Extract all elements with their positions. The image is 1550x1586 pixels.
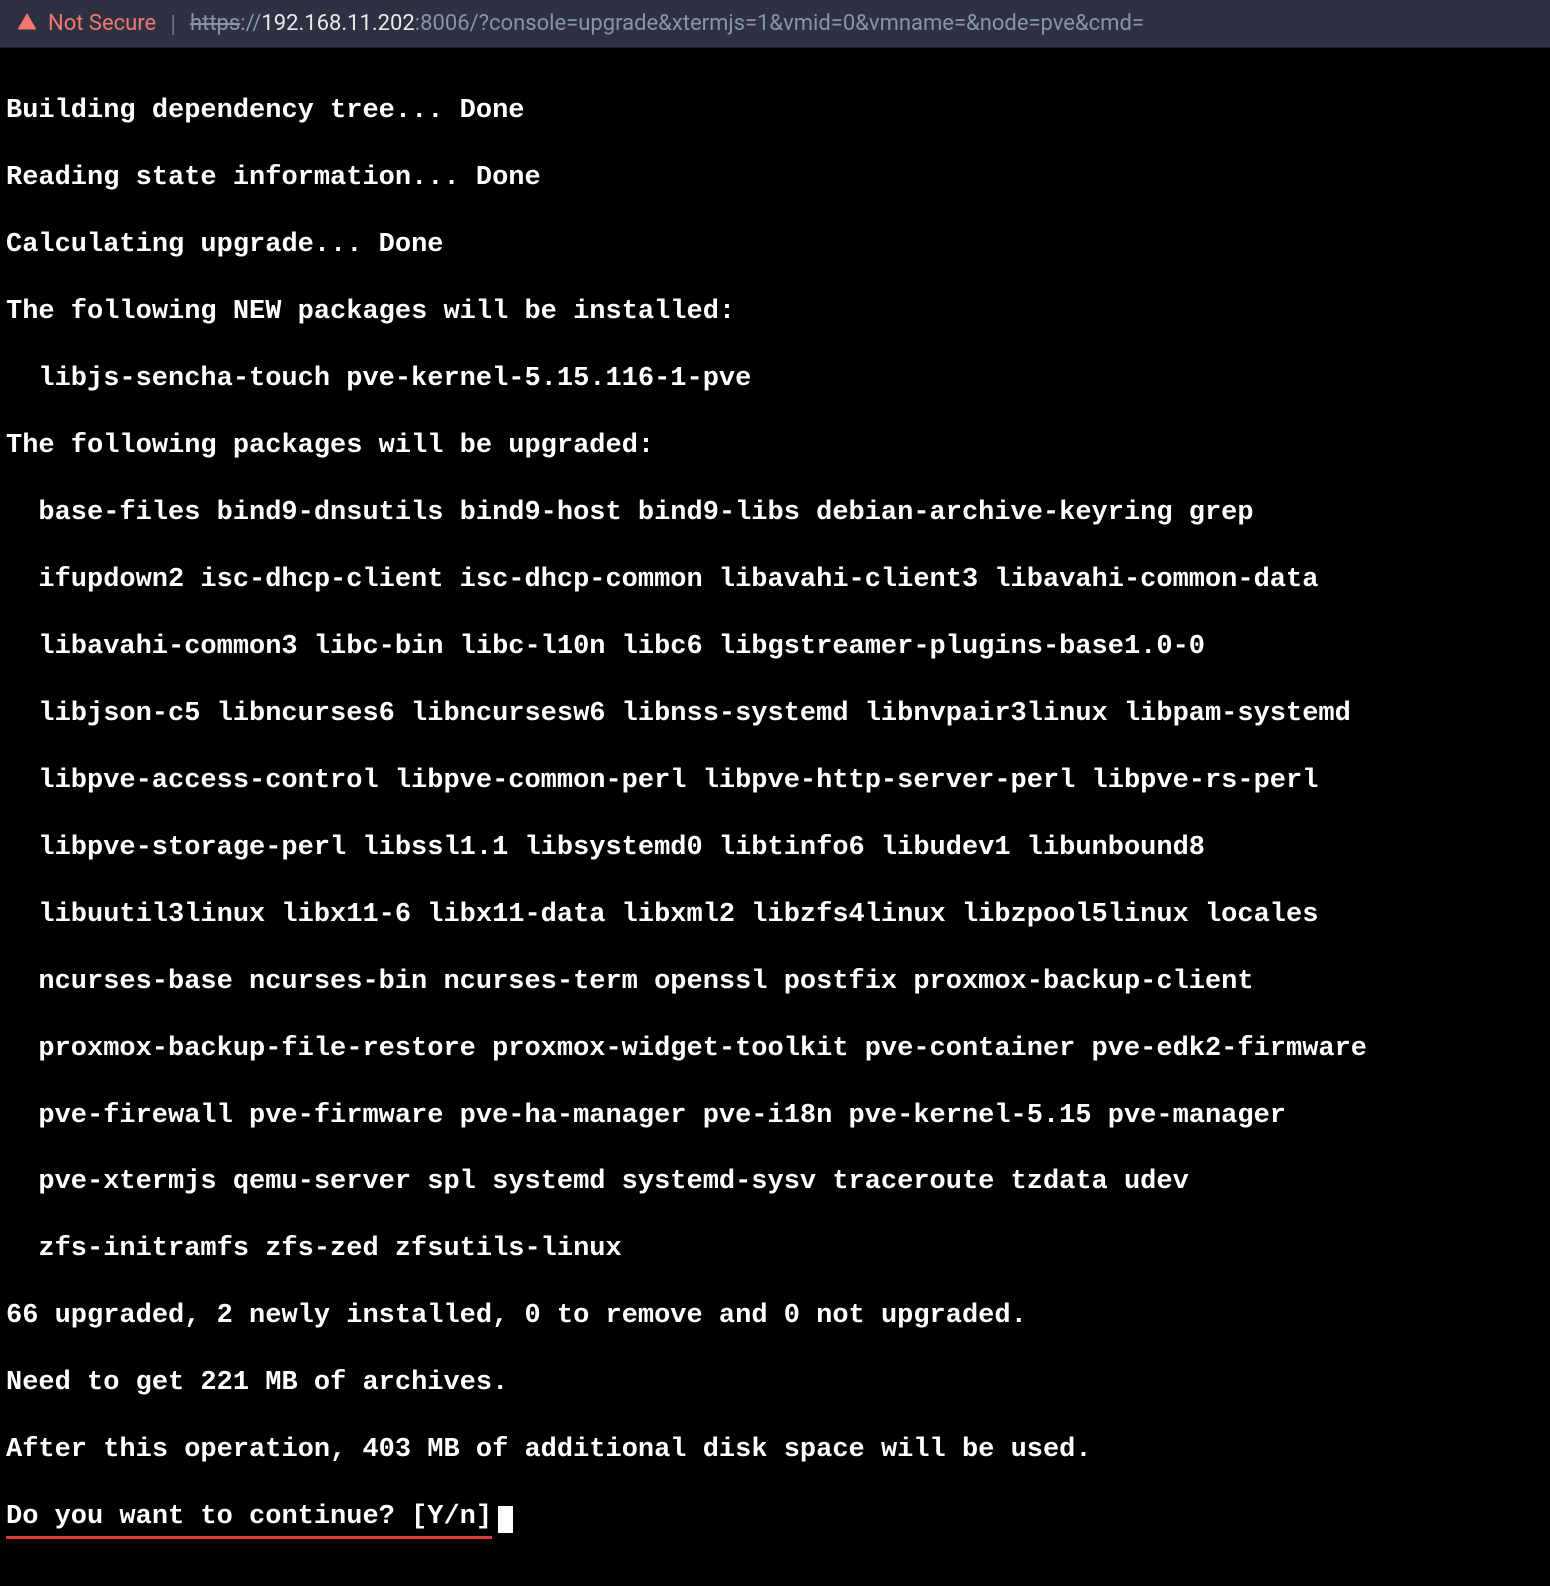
upgraded-package-line: base-files bind9-dnsutils bind9-host bin…	[6, 497, 1544, 530]
upgraded-package-line: pve-xtermjs qemu-server spl systemd syst…	[6, 1166, 1544, 1199]
url-host: 192.168.11.202	[261, 11, 414, 36]
upgraded-package-line: ifupdown2 isc-dhcp-client isc-dhcp-commo…	[6, 564, 1544, 597]
upgraded-package-line: libpve-access-control libpve-common-perl…	[6, 765, 1544, 798]
not-secure-label: Not Secure	[48, 11, 156, 36]
terminal-line: The following NEW packages will be insta…	[6, 296, 1544, 329]
address-bar[interactable]: Not Secure | https://192.168.11.202:8006…	[0, 0, 1550, 48]
url-protocol: https	[190, 11, 240, 36]
url-slashes: ://	[240, 11, 261, 36]
summary-line: After this operation, 403 MB of addition…	[6, 1434, 1544, 1467]
summary-line: 66 upgraded, 2 newly installed, 0 to rem…	[6, 1300, 1544, 1333]
upgraded-package-line: libpve-storage-perl libssl1.1 libsystemd…	[6, 832, 1544, 865]
upgraded-package-line: proxmox-backup-file-restore proxmox-widg…	[6, 1033, 1544, 1066]
upgraded-package-line: libjson-c5 libncurses6 libncursesw6 libn…	[6, 698, 1544, 731]
upgraded-heading: The following packages will be upgraded:	[6, 430, 1544, 463]
terminal-line: Reading state information... Done	[6, 162, 1544, 195]
terminal-line: Calculating upgrade... Done	[6, 229, 1544, 262]
upgraded-package-line: pve-firewall pve-firmware pve-ha-manager…	[6, 1100, 1544, 1133]
continue-prompt: Do you want to continue? [Y/n]	[6, 1501, 492, 1538]
upgraded-package-line: libuutil3linux libx11-6 libx11-data libx…	[6, 899, 1544, 932]
url-port-path: :8006/?console=upgrade&xtermjs=1&vmid=0&…	[415, 11, 1144, 36]
prompt-row[interactable]: Do you want to continue? [Y/n]	[6, 1501, 1544, 1538]
summary-line: Need to get 221 MB of archives.	[6, 1367, 1544, 1400]
cursor-block	[498, 1506, 513, 1533]
separator: |	[170, 10, 176, 38]
url-display[interactable]: https://192.168.11.202:8006/?console=upg…	[190, 11, 1144, 36]
terminal-output[interactable]: Building dependency tree... Done Reading…	[0, 48, 1550, 1586]
warning-icon	[18, 12, 36, 36]
upgraded-package-line: libavahi-common3 libc-bin libc-l10n libc…	[6, 631, 1544, 664]
new-packages-line: libjs-sencha-touch pve-kernel-5.15.116-1…	[6, 363, 1544, 396]
upgraded-package-line: ncurses-base ncurses-bin ncurses-term op…	[6, 966, 1544, 999]
upgraded-package-line: zfs-initramfs zfs-zed zfsutils-linux	[6, 1233, 1544, 1266]
terminal-line: Building dependency tree... Done	[6, 95, 1544, 128]
